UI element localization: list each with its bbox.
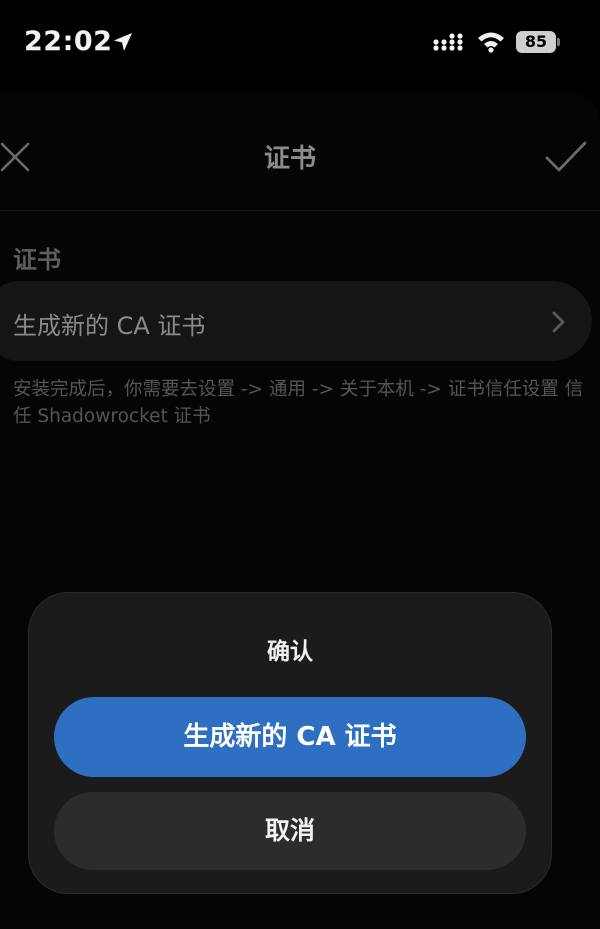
location-arrow-icon (114, 33, 132, 51)
generate-ca-button[interactable]: 生成新的 CA 证书 (54, 697, 526, 777)
checkmark-icon[interactable] (544, 140, 588, 174)
status-time: 22:02 (24, 26, 113, 57)
section-header: 证书 (13, 246, 61, 274)
chevron-right-icon (552, 311, 565, 333)
page-title: 证书 (263, 144, 316, 174)
wifi-icon (478, 32, 504, 53)
section-footnote: 安装完成后，你需要去设置 -> 通用 -> 关于本机 -> 证书信任设置 信任 … (13, 379, 584, 427)
generate-ca-cell-label: 生成新的 CA 证书 (13, 312, 206, 340)
status-bar: 22:02 85 (0, 0, 600, 88)
alert-title: 确认 (267, 639, 313, 665)
battery-icon: 85 (516, 31, 556, 53)
cancel-button[interactable]: 取消 (54, 792, 526, 870)
battery-cap (557, 38, 560, 46)
cellular-signal-icon (433, 33, 463, 51)
